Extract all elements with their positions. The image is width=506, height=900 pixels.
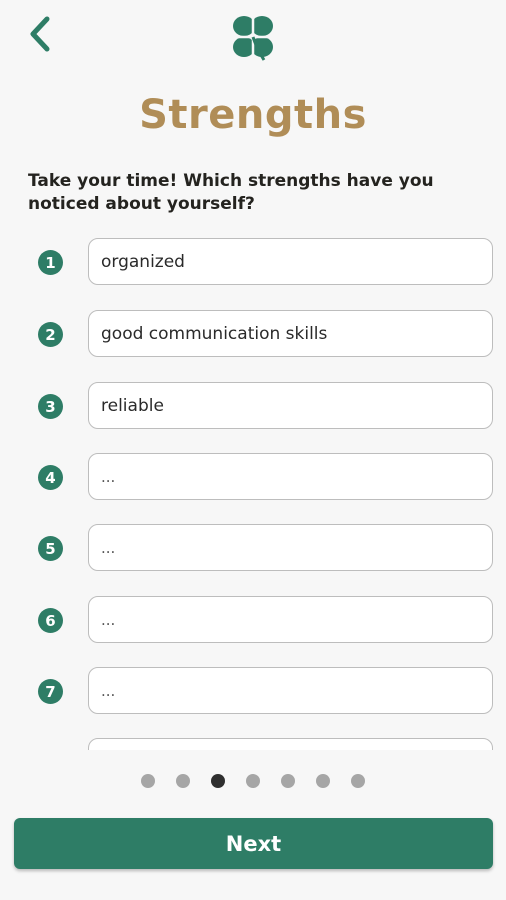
strength-input[interactable] [88,310,493,357]
strength-row: 4 [0,453,506,501]
number-badge: 4 [38,465,63,490]
pagination-dots [0,774,506,788]
four-leaf-clover-icon [232,15,274,61]
strengths-list[interactable]: 1 2 3 4 5 6 7 8 [0,238,506,750]
strength-row: 2 [0,310,506,358]
number-badge: 5 [38,536,63,561]
number-badge: 3 [38,394,63,419]
strength-row: 5 [0,524,506,572]
strength-row: 6 [0,596,506,644]
strength-input[interactable] [88,453,493,500]
chevron-left-icon [30,16,50,52]
back-button[interactable] [18,12,62,56]
strength-row: 8 [0,738,506,750]
page-dot[interactable] [246,774,260,788]
number-badge: 7 [38,679,63,704]
strength-input[interactable] [88,667,493,714]
strength-input[interactable] [88,524,493,571]
page-dot[interactable] [141,774,155,788]
page-dot[interactable] [316,774,330,788]
strength-input[interactable] [88,382,493,429]
strength-row: 1 [0,238,506,286]
number-badge: 6 [38,608,63,633]
page-dot[interactable] [281,774,295,788]
next-button[interactable]: Next [14,818,493,869]
strength-input[interactable] [88,596,493,643]
page-title: Strengths [139,92,367,138]
strength-input[interactable] [88,238,493,285]
prompt-text: Take your time! Which strengths have you… [28,171,434,214]
page-dot[interactable] [351,774,365,788]
page-dot-active[interactable] [211,774,225,788]
strength-input[interactable] [88,738,493,750]
number-badge: 1 [38,250,63,275]
page-dot[interactable] [176,774,190,788]
number-badge: 2 [38,322,63,347]
strength-row: 3 [0,382,506,430]
strength-row: 7 [0,667,506,715]
